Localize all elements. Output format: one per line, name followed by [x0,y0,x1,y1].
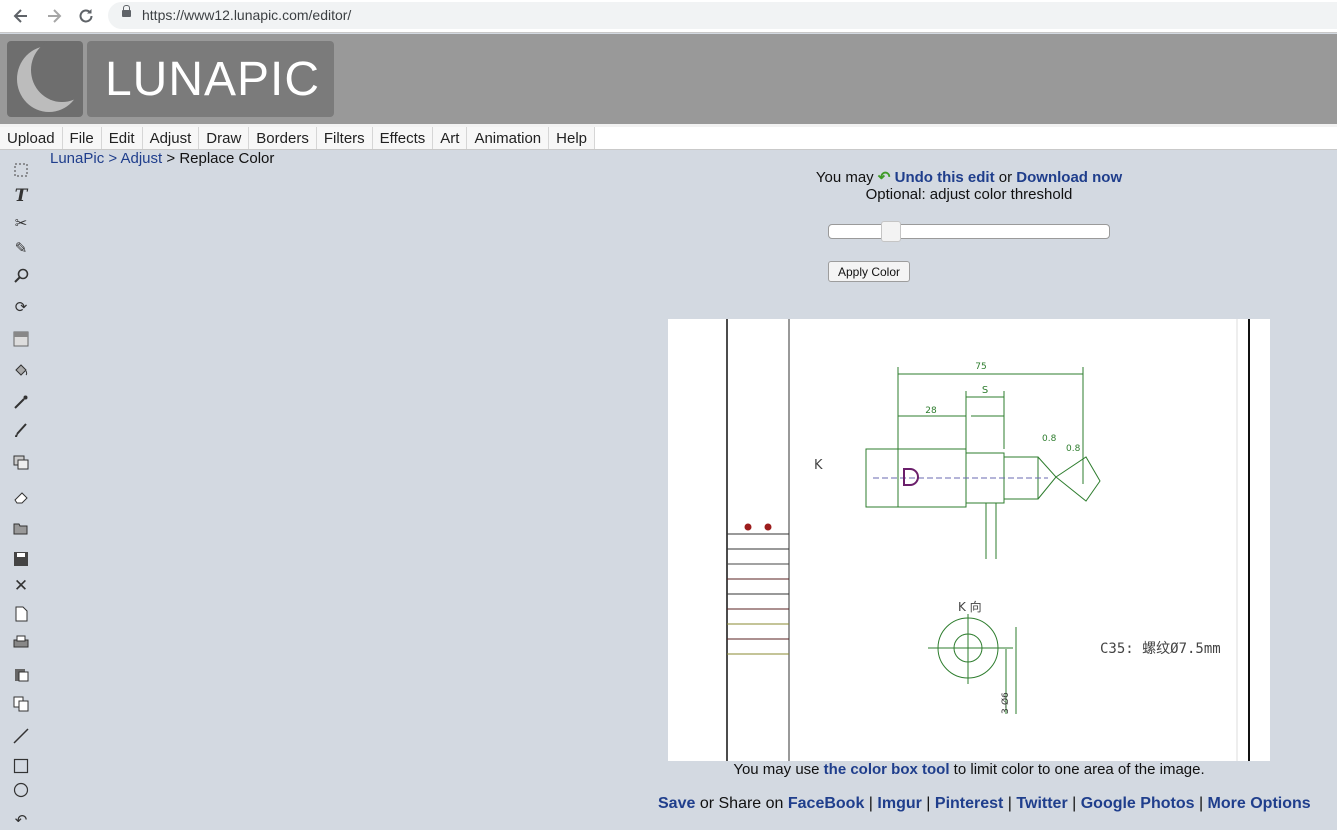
paste-icon[interactable] [11,664,31,684]
google-photos-link[interactable]: Google Photos [1081,795,1195,812]
menu-animation[interactable]: Animation [467,127,550,149]
undo-icon[interactable]: ↶ [11,810,31,830]
menu-effects[interactable]: Effects [372,127,434,149]
dim-28: 28 [925,406,937,416]
dim-75: 75 [975,362,986,372]
technical-drawing-image: 75 S 28 0.8 0.8 K K 向 C35: 螺纹Ø7.5mm 3-Ø6 [726,319,1250,761]
breadcrumb-separator: > [162,150,180,167]
reload-icon[interactable] [74,4,98,28]
edit-notice-or: or [994,169,1017,186]
address-bar[interactable]: https://www12.lunapic.com/editor/ [108,2,1337,29]
threshold-slider[interactable] [828,221,1110,242]
colorbox-suffix: to limit color to one area of the image. [949,761,1205,778]
dim-08b: 0.8 [1066,444,1081,454]
drawing-note: C35: 螺纹Ø7.5mm [1100,641,1221,657]
arrow-left-icon[interactable] [9,4,33,28]
circle-icon[interactable] [11,780,31,800]
logo-moon-icon[interactable] [7,41,83,117]
menu-file[interactable]: File [62,127,102,149]
edit-notice-prefix: You may [815,169,878,186]
view-k-label: K [814,458,823,473]
logo-text: LUNAPIC [104,52,321,106]
gradient-icon[interactable] [11,329,31,349]
share-label: or Share on [695,795,788,812]
layers-icon[interactable] [11,453,31,473]
logo[interactable]: LUNAPIC [87,41,334,117]
undo-arrow-icon: ↶ [877,169,895,186]
edit-notice: You may ↶ Undo this edit or Download now [0,168,1337,186]
eraser-icon[interactable] [11,487,31,507]
separator: | [864,795,878,812]
menu-filters[interactable]: Filters [316,127,373,149]
eyedropper-icon[interactable] [11,392,31,412]
breadcrumb: LunaPic > Adjust > Replace Color [50,150,274,167]
breadcrumb-separator: > [104,150,121,167]
slider-handle[interactable] [881,221,901,242]
breadcrumb-lunapic[interactable]: LunaPic [50,150,104,167]
colorbox-notice: You may use the color box tool to limit … [0,761,1337,778]
more-options-link[interactable]: More Options [1208,795,1311,812]
save-disk-icon[interactable] [11,549,31,569]
color-box-tool-link[interactable]: the color box tool [824,761,950,778]
menu-draw[interactable]: Draw [199,127,250,149]
image-canvas[interactable]: 75 S 28 0.8 0.8 K K 向 C35: 螺纹Ø7.5mm 3-Ø6 [668,319,1270,761]
tool-sidebar: T ✂ ✎ ⟳ ✕ ↶ [0,152,44,829]
paint-bucket-icon[interactable] [11,360,31,380]
arrow-right-icon[interactable] [42,4,66,28]
url-text: https://www12.lunapic.com/editor/ [142,7,352,23]
view-kk-label: K 向 [958,599,982,614]
imgur-link[interactable]: Imgur [877,795,921,812]
site-header: LUNAPIC [0,34,1337,124]
menu-borders[interactable]: Borders [249,127,317,149]
menu-adjust[interactable]: Adjust [142,127,200,149]
close-icon[interactable]: ✕ [11,576,31,596]
menu-art[interactable]: Art [433,127,468,149]
main-menu: Upload File Edit Adjust Draw Borders Fil… [0,124,1337,150]
line-icon[interactable] [11,726,31,746]
open-folder-icon[interactable] [11,518,31,538]
menu-help[interactable]: Help [549,127,595,149]
download-link[interactable]: Download now [1016,169,1122,186]
separator: | [1194,795,1208,812]
pinterest-link[interactable]: Pinterest [935,795,1003,812]
breadcrumb-adjust[interactable]: Adjust [121,150,163,167]
threshold-label: Optional: adjust color threshold [865,186,1073,203]
dim-08a: 0.8 [1042,434,1057,444]
facebook-link[interactable]: FaceBook [788,795,864,812]
save-link[interactable]: Save [658,795,695,812]
menu-upload[interactable]: Upload [0,127,63,149]
rotate-icon[interactable]: ⟳ [11,297,31,317]
copy-icon[interactable] [11,694,31,714]
separator: | [1067,795,1081,812]
zoom-icon[interactable] [11,266,31,286]
dim-s: S [982,385,988,396]
separator: | [1003,795,1017,812]
colorbox-prefix: You may use [733,761,824,778]
svg-text:3-Ø6: 3-Ø6 [1000,692,1011,714]
pencil-icon[interactable]: ✎ [11,238,31,258]
new-page-icon[interactable] [11,604,31,624]
breadcrumb-current: Replace Color [179,150,275,167]
browser-toolbar: https://www12.lunapic.com/editor/ [0,0,1337,33]
share-links: Save or Share on FaceBook | Imgur | Pint… [658,795,1311,813]
menu-edit[interactable]: Edit [101,127,143,149]
lock-icon [122,5,131,17]
brush-icon[interactable] [11,420,31,440]
undo-link[interactable]: Undo this edit [895,169,995,186]
separator: | [921,795,935,812]
apply-color-button[interactable]: Apply Color [828,261,910,282]
print-icon[interactable] [11,632,31,652]
scissors-icon[interactable]: ✂ [11,213,31,233]
twitter-link[interactable]: Twitter [1016,795,1067,812]
